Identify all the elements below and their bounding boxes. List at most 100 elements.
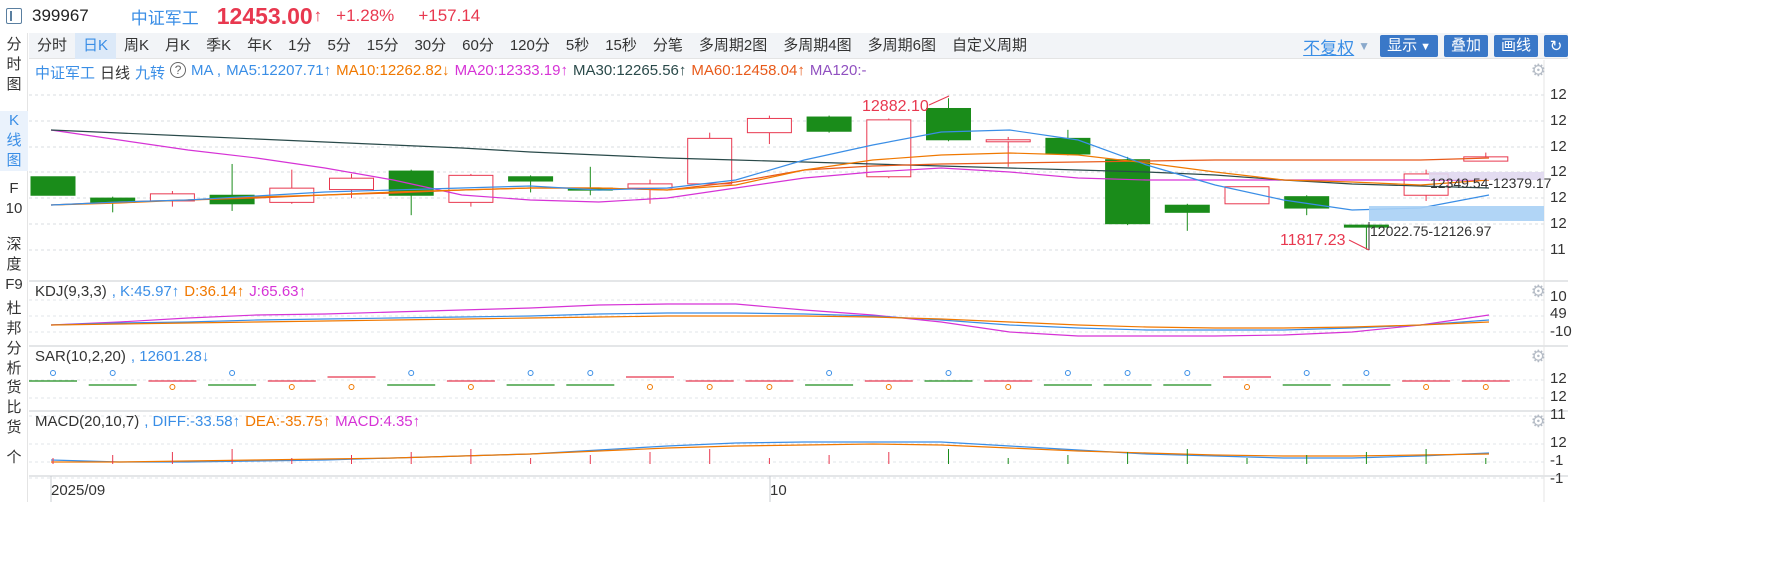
period-tab-10[interactable]: 60分 [454, 33, 502, 59]
overlay-button[interactable]: 叠加 [1443, 35, 1488, 57]
left-nav-char: 图 [6, 152, 22, 169]
sar-name[interactable]: SAR(10,2,20) [35, 348, 126, 365]
display-button-label: 显示 [1387, 37, 1418, 54]
period-tab-5[interactable]: 年K [239, 33, 280, 59]
period-tab-13[interactable]: 15秒 [597, 33, 645, 59]
candle-body [1164, 204, 1210, 213]
kdj-d-line [50, 315, 1490, 329]
sar-dot [1482, 384, 1489, 390]
sar-legend: SAR(10,2,20) , 12601.28↓ [35, 348, 214, 365]
left-nav-char: F [9, 180, 19, 197]
left-nav-item-0[interactable]: 分时图 [0, 35, 28, 95]
sar-dot [288, 384, 295, 390]
left-nav: 分时图 K 线图 F 10 深度 F9 杜邦分析货比货个 [0, 33, 28, 502]
left-nav-char: 线 [6, 132, 22, 149]
period-tab-14[interactable]: 分笔 [645, 33, 691, 59]
panel-toggle-icon[interactable] [6, 8, 22, 24]
macd-name[interactable]: MACD(20,10,7) [35, 413, 139, 430]
sar-dot [1303, 370, 1310, 376]
x-axis-start-label: 2025/09 [51, 482, 106, 499]
range-annotation-upper: 12349.54-12379.17 [1430, 175, 1552, 191]
left-nav-item-5[interactable]: 货比货 [0, 378, 28, 438]
left-nav-item-4[interactable]: 杜邦分析 [0, 299, 28, 379]
period-tab-0[interactable]: 分时 [29, 33, 75, 59]
period-tab-3[interactable]: 月K [157, 33, 198, 59]
legend-period: 日线 [100, 65, 131, 82]
left-nav-item-1[interactable]: K线图 [0, 111, 28, 171]
gear-icon[interactable]: ⚙ [1531, 282, 1546, 302]
period-tab-17[interactable]: 多周期6图 [860, 33, 944, 59]
stock-code: 399967 [32, 6, 89, 25]
legend-ma20: MA20:12333.19↑ [454, 62, 568, 79]
period-tab-6[interactable]: 1分 [280, 33, 319, 59]
gear-icon[interactable]: ⚙ [1531, 412, 1546, 432]
right-axis-label-macd: -1 [1550, 470, 1564, 487]
fq-select[interactable]: 不复权 [1303, 34, 1354, 59]
sar-dot [1363, 370, 1370, 376]
sar-dot [1124, 370, 1131, 376]
left-nav-item-2[interactable]: F 10 [0, 179, 28, 219]
sar-dot [945, 370, 952, 376]
stock-name[interactable]: 中证军工 [131, 4, 199, 29]
left-nav-char: 比 [6, 399, 22, 416]
support-band [1369, 206, 1544, 221]
display-button[interactable]: 显示 ▼ [1380, 35, 1438, 57]
left-nav-item-3[interactable]: 深度 F9 [0, 235, 28, 295]
change-percent: +1.28% [336, 6, 395, 25]
legend-ma60: MA60:12458.04↑ [691, 62, 805, 79]
ma20-line [50, 129, 1489, 203]
left-nav-char: F9 [5, 276, 23, 293]
sar-dot [527, 370, 534, 376]
left-nav-item-6[interactable]: 个 [0, 448, 28, 468]
chart-area[interactable]: 中证军工 日线 九转 ? MA , MA5:12207.71↑ MA10:122… [29, 60, 1572, 502]
right-axis-label-kdj: 10 [1550, 288, 1567, 305]
main-legend: 中证军工 日线 九转 ? MA , MA5:12207.71↑ MA10:122… [35, 62, 872, 83]
period-tab-18[interactable]: 自定义周期 [944, 33, 1035, 59]
left-nav-char: 分 [6, 36, 22, 53]
left-nav-char: 邦 [6, 320, 22, 337]
period-tab-4[interactable]: 季K [198, 33, 239, 59]
candle-body [687, 137, 733, 185]
sar-dot [1184, 370, 1191, 376]
right-axis-label-main: 12 [1550, 215, 1567, 232]
period-tab-2[interactable]: 周K [116, 33, 157, 59]
legend-ma10: MA10:12262.82↓ [336, 62, 450, 79]
range-annotation-lower: 12022.75-12126.97 [1370, 223, 1492, 239]
period-tab-16[interactable]: 多周期4图 [775, 33, 859, 59]
left-nav-char: 析 [6, 360, 22, 377]
period-tab-15[interactable]: 多周期2图 [691, 33, 775, 59]
gear-icon[interactable]: ⚙ [1531, 61, 1546, 81]
sar-dot [229, 370, 236, 376]
right-axis-label-macd: 12 [1550, 434, 1567, 451]
chevron-down-icon[interactable]: ▼ [1358, 39, 1370, 53]
candle-body [508, 176, 554, 182]
sar-dot [109, 370, 116, 376]
macd-legend: MACD(20,10,7) , DIFF:-33.58↑ DEA:-35.75↑… [35, 413, 425, 430]
macd-value: MACD:4.35↑ [335, 413, 421, 430]
chart-canvas[interactable] [29, 60, 1568, 502]
right-axis-label-sar: 12 [1550, 370, 1567, 387]
refresh-icon[interactable]: ↻ [1544, 35, 1568, 57]
legend-stock-name: 中证军工 [35, 65, 96, 82]
period-tab-1[interactable]: 日K [75, 32, 117, 59]
right-axis-label-kdj: 49 [1550, 305, 1567, 322]
help-icon[interactable]: ? [170, 62, 187, 78]
period-tab-7[interactable]: 5分 [319, 33, 358, 59]
period-tab-12[interactable]: 5秒 [558, 33, 597, 59]
sar-dot [348, 384, 355, 390]
kdj-name[interactable]: KDJ(9,3,3) [35, 283, 107, 300]
right-axis-label-main: 12 [1550, 86, 1567, 103]
period-tab-8[interactable]: 15分 [359, 33, 407, 59]
current-price: 12453.00 [216, 2, 313, 29]
legend-jiuzhuan[interactable]: 九转 [135, 62, 165, 83]
candle-body [806, 116, 852, 132]
legend-ma-label[interactable]: MA , [191, 62, 221, 83]
draw-button[interactable]: 画线 [1493, 35, 1538, 57]
x-axis-mid-label: 10 [770, 482, 787, 499]
gear-icon[interactable]: ⚙ [1531, 347, 1546, 367]
period-tab-11[interactable]: 120分 [502, 33, 558, 59]
period-tab-9[interactable]: 30分 [406, 33, 454, 59]
right-axis-label-main: 12 [1550, 112, 1567, 129]
right-axis-label-main: 12 [1550, 138, 1567, 155]
macd-dea-line [51, 443, 1490, 463]
